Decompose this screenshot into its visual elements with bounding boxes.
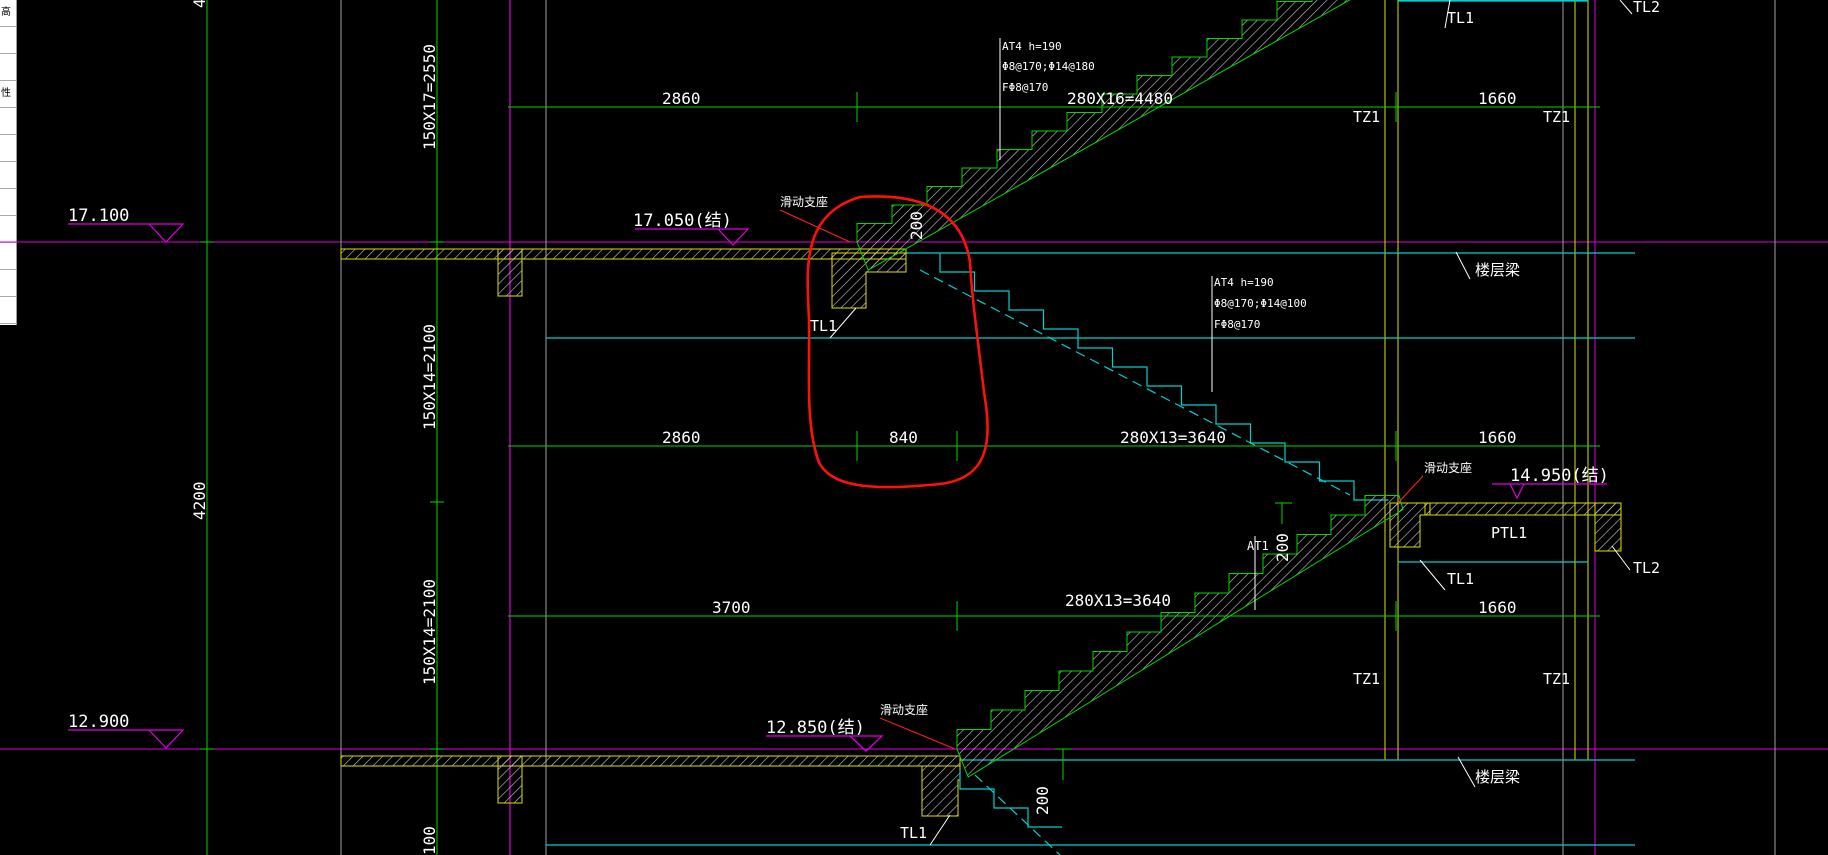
dim-150x17: 150X17=2550 xyxy=(420,44,439,150)
dim-280x13-mid: 280X13=3640 xyxy=(1120,428,1226,447)
dim-4200: 4200 xyxy=(190,481,209,520)
vertical-dimension-lines xyxy=(200,0,444,855)
elevation-14950: 14.950(结) xyxy=(1510,466,1609,486)
dim-200-lower: 200 xyxy=(1033,786,1052,815)
label-tz1-d: TZ1 xyxy=(1543,670,1570,688)
label-slide-support-3: 滑动支座 xyxy=(880,702,928,717)
dim-200-upper: 200 xyxy=(907,211,926,240)
label-leaders xyxy=(829,0,1633,846)
label-floor-beam-2: 楼层梁 xyxy=(1475,768,1520,786)
dim-2860-mid: 2860 xyxy=(662,428,701,447)
elevation-17050: 17.050(结) xyxy=(633,211,732,231)
dim-1660-top: 1660 xyxy=(1478,89,1517,108)
label-tl1-top: TL1 xyxy=(1447,9,1474,27)
label-tl2-top: TL2 xyxy=(1633,0,1660,16)
label-tl1-right: TL1 xyxy=(1447,570,1474,588)
label-at1: AT1 xyxy=(1247,539,1269,553)
dim-3700: 3700 xyxy=(712,598,751,617)
note-at4-2-line3: FΦ8@170 xyxy=(1214,318,1260,331)
note-at4-1-line2: Φ8@170;Φ14@180 xyxy=(1002,60,1095,73)
dim-280x16: 280X16=4480 xyxy=(1067,89,1173,108)
dim-280x13-low: 280X13=3640 xyxy=(1065,591,1171,610)
stair-flight-lower xyxy=(956,495,1404,778)
note-at4-2-line2: Φ8@170;Φ14@100 xyxy=(1214,297,1307,310)
column-lines xyxy=(340,0,1776,855)
dim-150x14-upper: 150X14=2100 xyxy=(420,324,439,430)
dimension-texts: 2860 280X16=4480 1660 2860 840 280X13=36… xyxy=(662,89,1517,617)
note-at4-2-line1: AT4 h=190 xyxy=(1214,276,1274,289)
elevation-12850: 12.850(结) xyxy=(766,718,865,738)
note-at4-1-line3: FΦ8@170 xyxy=(1002,81,1048,94)
dim-840: 840 xyxy=(889,428,918,447)
label-tl1-bottom: TL1 xyxy=(900,824,927,842)
dim-top-partial: 4 xyxy=(190,0,209,8)
dim-150x14-lower: 150X14=2100 xyxy=(420,579,439,685)
label-tl1-mid: TL1 xyxy=(810,317,837,335)
label-tz1-a: TZ1 xyxy=(1353,108,1380,126)
dim-2860-top: 2860 xyxy=(662,89,701,108)
stair-flight-upper xyxy=(856,0,1351,271)
dim-1660-mid: 1660 xyxy=(1478,428,1517,447)
dim-100: 100 xyxy=(420,826,439,855)
label-slide-support-2: 滑动支座 xyxy=(1424,460,1472,475)
stair-flight-middle-dashed xyxy=(919,253,1389,501)
dim-1660-low: 1660 xyxy=(1478,598,1517,617)
member-labels: TL1 TL2 TZ1 TZ1 TZ1 TZ1 TL1 PTL1 TL1 TL2… xyxy=(810,0,1660,842)
label-ptl1: PTL1 xyxy=(1491,524,1527,542)
dim-200-mid: 200 xyxy=(1273,533,1292,562)
elevation-12900: 12.900 xyxy=(68,712,129,732)
label-tl2-right: TL2 xyxy=(1633,559,1660,577)
note-at4-1-line1: AT4 h=190 xyxy=(1002,40,1062,53)
floor-slabs xyxy=(340,248,1622,804)
label-tz1-c: TZ1 xyxy=(1353,670,1380,688)
label-floor-beam-1: 楼层梁 xyxy=(1475,261,1520,279)
label-slide-support-1: 滑动支座 xyxy=(780,194,828,209)
cad-drawing-canvas[interactable]: 17.100 17.050(结) 14.950(结) 12.900 12.850… xyxy=(0,0,1828,855)
elevation-17100: 17.100 xyxy=(68,206,129,226)
label-tz1-b: TZ1 xyxy=(1543,108,1570,126)
